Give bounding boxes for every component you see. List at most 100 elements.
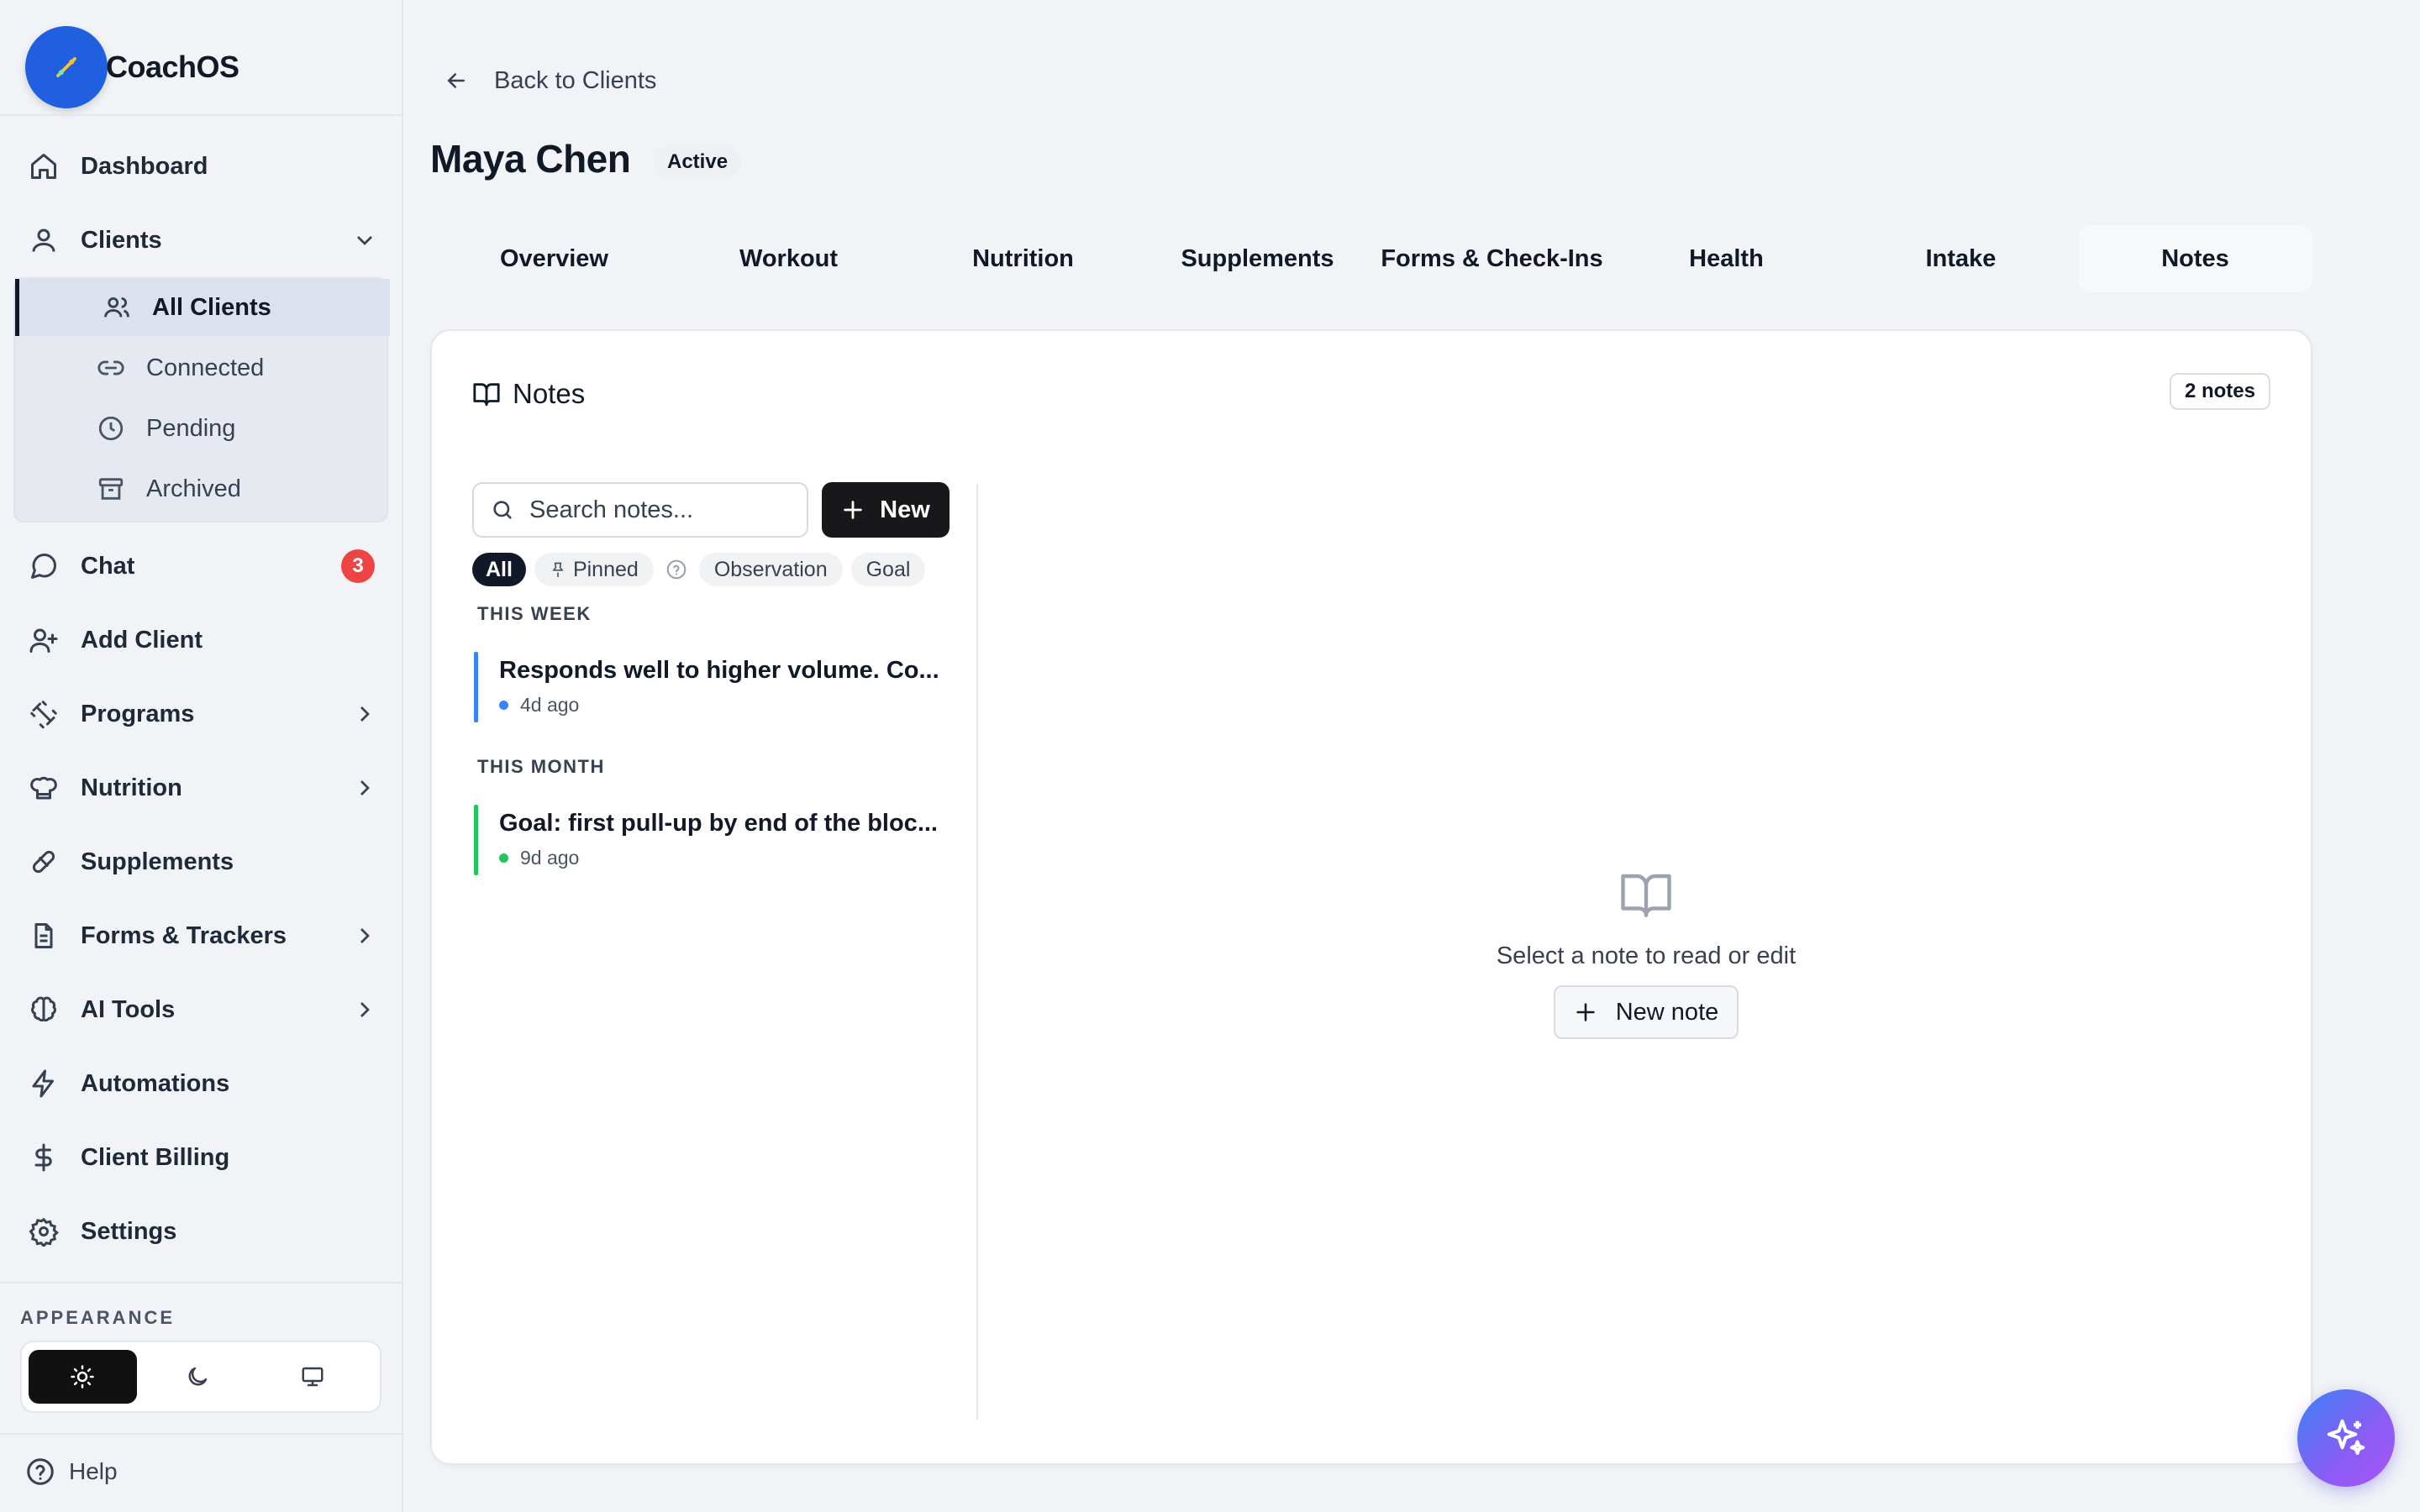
notes-card: Notes 2 notes Search notes... New All Pi… bbox=[430, 329, 2312, 1465]
chevron-right-icon[interactable] bbox=[351, 996, 378, 1023]
nav-dashboard[interactable]: Dashboard bbox=[25, 136, 378, 197]
search-placeholder: Search notes... bbox=[529, 496, 694, 523]
help-circle-icon bbox=[25, 1457, 55, 1487]
new-note-empty-button[interactable]: New note bbox=[1553, 985, 1739, 1039]
tab-nutrition[interactable]: Nutrition bbox=[906, 225, 1140, 292]
nav-add-client[interactable]: Add Client bbox=[25, 610, 378, 670]
divider bbox=[0, 1282, 402, 1284]
new-label: New bbox=[880, 496, 930, 523]
notes-count-badge: 2 notes bbox=[2169, 373, 2270, 410]
list-item[interactable]: Responds well to higher volume. Co... 4d… bbox=[474, 652, 944, 722]
chevron-right-icon[interactable] bbox=[351, 922, 378, 949]
sidebar: CoachOS Dashboard Clients All Clients Co… bbox=[0, 0, 403, 1512]
clock-icon bbox=[94, 412, 128, 445]
nav-programs[interactable]: Programs bbox=[25, 684, 378, 744]
theme-system-button[interactable] bbox=[258, 1350, 366, 1404]
type-dot bbox=[499, 853, 508, 863]
group-label-this-month: THIS MONTH bbox=[477, 756, 605, 777]
theme-dark-button[interactable] bbox=[144, 1350, 252, 1404]
tab-forms-check-ins[interactable]: Forms & Check-Ins bbox=[1375, 225, 1609, 292]
sidebar-item-connected[interactable]: Connected bbox=[15, 339, 390, 396]
tab-supplements[interactable]: Supplements bbox=[1140, 225, 1375, 292]
sidebar-item-label: Connected bbox=[146, 354, 265, 381]
pin-icon bbox=[550, 561, 566, 578]
tab-intake[interactable]: Intake bbox=[1844, 225, 2078, 292]
client-tabs: Overview Workout Nutrition Supplements F… bbox=[437, 225, 2312, 292]
nav-client-billing[interactable]: Client Billing bbox=[25, 1127, 378, 1188]
back-to-clients-link[interactable]: Back to Clients bbox=[444, 62, 656, 99]
list-item[interactable]: Goal: first pull-up by end of the bloc..… bbox=[474, 805, 944, 875]
tab-workout[interactable]: Workout bbox=[671, 225, 906, 292]
sidebar-item-archived[interactable]: Archived bbox=[15, 460, 390, 517]
filter-pinned[interactable]: Pinned bbox=[534, 553, 654, 586]
search-input[interactable]: Search notes... bbox=[472, 482, 808, 538]
sidebar-item-label: Pending bbox=[146, 414, 236, 442]
nav-forms-trackers[interactable]: Forms & Trackers bbox=[25, 906, 378, 966]
ai-assistant-button[interactable] bbox=[2297, 1389, 2395, 1487]
empty-state: Select a note to read or edit New note bbox=[978, 869, 2314, 1039]
sparkles-icon bbox=[2323, 1415, 2369, 1461]
help-link[interactable]: Help bbox=[25, 1452, 118, 1492]
zap-icon bbox=[25, 1065, 62, 1102]
arrow-left-icon bbox=[444, 68, 469, 93]
nav-label: Clients bbox=[81, 226, 162, 254]
sidebar-item-all-clients[interactable]: All Clients bbox=[15, 279, 390, 336]
filter-observation[interactable]: Observation bbox=[698, 553, 843, 586]
file-text-icon bbox=[25, 917, 62, 954]
chevron-right-icon[interactable] bbox=[351, 774, 378, 801]
user-icon bbox=[25, 222, 62, 259]
nav-ai-tools[interactable]: AI Tools bbox=[25, 979, 378, 1040]
moon-icon bbox=[185, 1364, 210, 1389]
theme-light-button[interactable] bbox=[29, 1350, 137, 1404]
nav-supplements[interactable]: Supplements bbox=[25, 832, 378, 892]
archive-icon bbox=[94, 472, 128, 506]
nav-settings[interactable]: Settings bbox=[25, 1201, 378, 1262]
note-type-bar bbox=[474, 805, 478, 875]
divider bbox=[0, 1433, 402, 1435]
note-type-bar bbox=[474, 652, 478, 722]
users-icon bbox=[100, 291, 134, 324]
nav-clients[interactable]: Clients bbox=[25, 210, 378, 270]
app-root: CoachOS Dashboard Clients All Clients Co… bbox=[0, 0, 2420, 1512]
filter-all[interactable]: All bbox=[472, 553, 526, 586]
monitor-icon bbox=[300, 1364, 325, 1389]
book-open-icon bbox=[1618, 869, 1674, 921]
tab-notes[interactable]: Notes bbox=[2078, 225, 2312, 292]
nav-label: Settings bbox=[81, 1217, 177, 1245]
page-title: Maya Chen bbox=[430, 137, 631, 181]
nav-label: Forms & Trackers bbox=[81, 921, 287, 949]
filter-goal[interactable]: Goal bbox=[850, 553, 926, 586]
plus-icon bbox=[841, 498, 865, 522]
nav-chat[interactable]: Chat 3 bbox=[25, 536, 378, 596]
gear-icon bbox=[25, 1213, 62, 1250]
sidebar-item-label: All Clients bbox=[152, 293, 271, 321]
search-icon bbox=[491, 498, 514, 522]
filter-label: Pinned bbox=[572, 557, 639, 581]
nav-label: Automations bbox=[81, 1069, 230, 1097]
note-filters: All Pinned Observation Goal bbox=[472, 551, 934, 588]
chevron-down-icon[interactable] bbox=[351, 227, 378, 254]
unread-badge: 3 bbox=[341, 549, 375, 583]
chevron-right-icon[interactable] bbox=[351, 701, 378, 727]
clients-submenu: All Clients Connected Pending Archived bbox=[13, 277, 390, 522]
empty-state-text: Select a note to read or edit bbox=[1496, 942, 1797, 969]
sidebar-item-pending[interactable]: Pending bbox=[15, 400, 390, 457]
tab-health[interactable]: Health bbox=[1609, 225, 1844, 292]
tab-overview[interactable]: Overview bbox=[437, 225, 671, 292]
nav-nutrition[interactable]: Nutrition bbox=[25, 758, 378, 818]
new-note-label: New note bbox=[1615, 998, 1719, 1026]
group-label-this-week: THIS WEEK bbox=[477, 603, 592, 624]
help-label: Help bbox=[69, 1458, 118, 1484]
type-dot bbox=[499, 701, 508, 710]
help-circle-icon[interactable] bbox=[666, 559, 687, 580]
pill-icon bbox=[25, 843, 62, 880]
new-note-button[interactable]: New bbox=[822, 482, 950, 538]
sun-icon bbox=[70, 1364, 95, 1389]
nav-label: AI Tools bbox=[81, 995, 176, 1023]
brand[interactable]: CoachOS bbox=[25, 25, 239, 109]
nav-automations[interactable]: Automations bbox=[25, 1053, 378, 1114]
message-circle-icon bbox=[25, 548, 62, 585]
note-time: 4d ago bbox=[520, 694, 580, 716]
status-badge: Active bbox=[654, 144, 742, 180]
nav-label: Supplements bbox=[81, 848, 234, 875]
